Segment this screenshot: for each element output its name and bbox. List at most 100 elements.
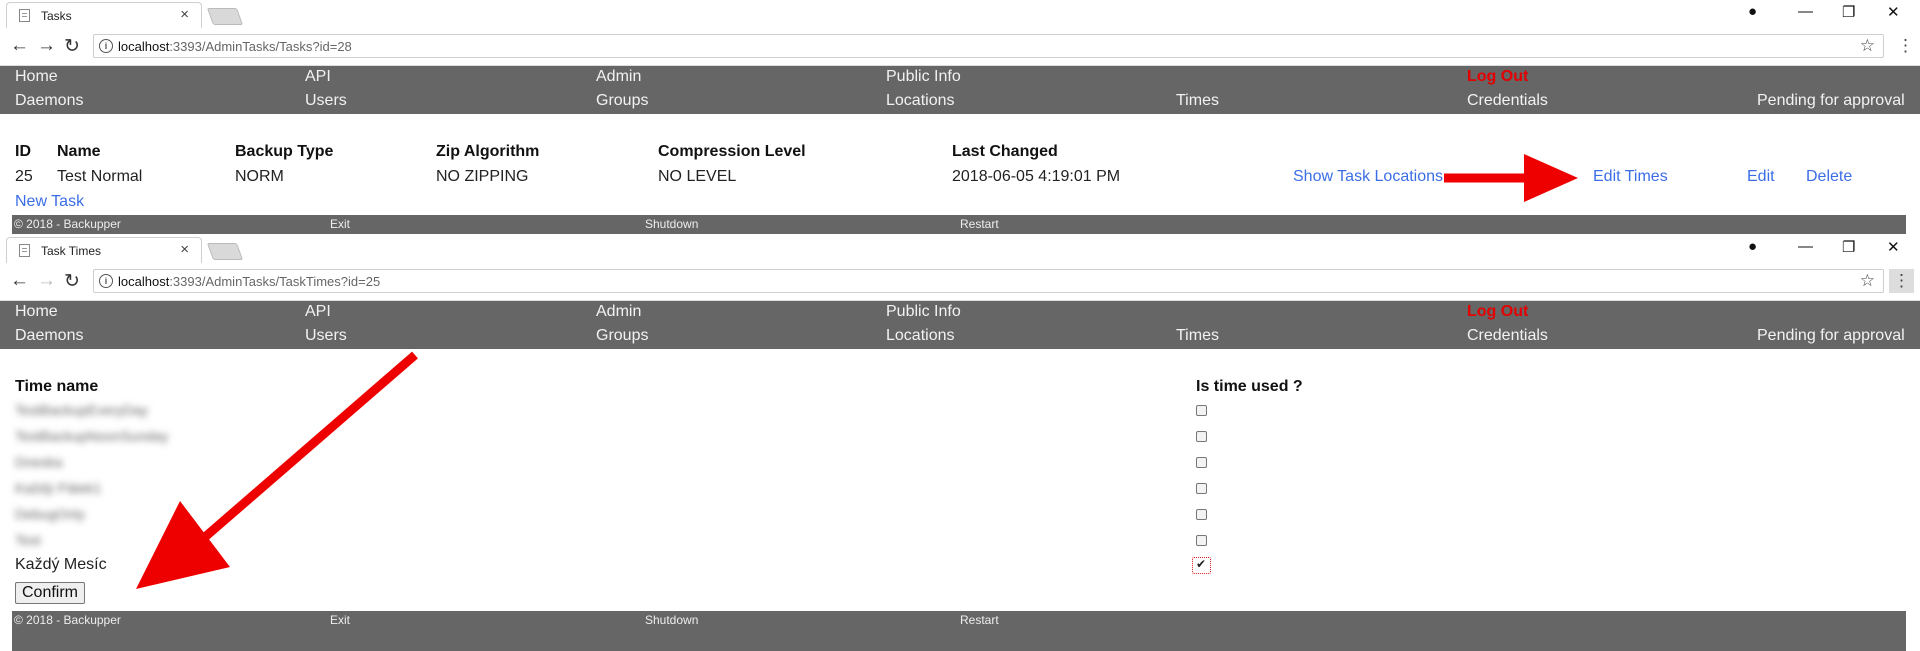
info-icon[interactable]: i — [99, 39, 113, 53]
menu-icon[interactable]: ⋮ — [1889, 269, 1914, 293]
col-time-name: Time name — [15, 378, 99, 395]
nav-public-info[interactable]: Public Info — [886, 303, 961, 321]
nav-logout[interactable]: Log Out — [1467, 303, 1528, 321]
star-icon[interactable]: ☆ — [1860, 36, 1875, 56]
nav-admin[interactable]: Admin — [596, 303, 641, 321]
url-text: localhost:3393/AdminTasks/TaskTimes?id=2… — [118, 274, 381, 289]
nav-api[interactable]: API — [305, 303, 331, 321]
show-task-locations-link[interactable]: Show Task Locations — [1293, 168, 1443, 186]
minimize-icon[interactable]: — — [1798, 3, 1813, 20]
forward-icon[interactable]: → — [37, 35, 56, 57]
col-id: ID — [15, 143, 31, 160]
url-input[interactable]: i localhost:3393/AdminTasks/TaskTimes?id… — [93, 269, 1884, 293]
tab-tasks[interactable]: Tasks × — [6, 2, 202, 28]
footer-exit[interactable]: Exit — [330, 217, 350, 231]
confirm-button[interactable]: Confirm — [15, 582, 86, 604]
col-last-changed: Last Changed — [952, 143, 1058, 160]
reload-icon[interactable]: ↻ — [64, 35, 80, 58]
annotation-arrow-down-left — [136, 351, 418, 589]
nav-pending[interactable]: Pending for approval — [1757, 327, 1905, 345]
footer-shutdown[interactable]: Shutdown — [645, 217, 698, 231]
nav-credentials[interactable]: Credentials — [1467, 327, 1548, 345]
footer-shutdown[interactable]: Shutdown — [645, 613, 698, 627]
restore-icon[interactable]: ❐ — [1842, 238, 1855, 256]
url-input[interactable]: i localhost:3393/AdminTasks/Tasks?id=28 … — [93, 34, 1884, 58]
back-icon[interactable]: ← — [10, 35, 29, 57]
cell-backup-type: NORM — [235, 168, 284, 185]
col-zip: Zip Algorithm — [436, 143, 540, 160]
footer: © 2018 - Backupper Exit Shutdown Restart — [12, 611, 1906, 651]
time-used-checkbox[interactable] — [1196, 431, 1207, 442]
cell-compression: NO LEVEL — [658, 168, 737, 185]
time-used-checkbox[interactable] — [1196, 405, 1207, 416]
nav-users[interactable]: Users — [305, 92, 347, 110]
footer: © 2018 - Backupper Exit Shutdown Restart — [12, 215, 1906, 234]
nav-pending[interactable]: Pending for approval — [1757, 92, 1905, 110]
edit-link[interactable]: Edit — [1747, 168, 1775, 186]
footer-restart[interactable]: Restart — [960, 217, 999, 231]
tab-title: Task Times — [41, 244, 102, 258]
footer-copyright: © 2018 - Backupper — [14, 613, 121, 627]
time-used-checkbox[interactable] — [1196, 535, 1207, 546]
nav-times[interactable]: Times — [1176, 92, 1219, 110]
site-navbar: Home API Admin Public Info Log Out Daemo… — [0, 66, 1920, 114]
nav-locations[interactable]: Locations — [886, 327, 955, 345]
close-icon[interactable]: ✕ — [1887, 238, 1900, 256]
page-icon — [19, 244, 30, 257]
footer-restart[interactable]: Restart — [960, 613, 999, 627]
col-is-time-used: Is time used ? — [1196, 378, 1303, 395]
nav-public-info[interactable]: Public Info — [886, 68, 961, 86]
profile-icon[interactable]: ● — [1748, 3, 1757, 20]
time-name: Každý Mesíc — [15, 556, 107, 573]
edit-times-link[interactable]: Edit Times — [1593, 168, 1668, 186]
time-name: Dneska — [15, 454, 63, 470]
nav-groups[interactable]: Groups — [596, 327, 648, 345]
nav-users[interactable]: Users — [305, 327, 347, 345]
col-backup-type: Backup Type — [235, 143, 334, 160]
restore-icon[interactable]: ❐ — [1842, 3, 1855, 21]
star-icon[interactable]: ☆ — [1860, 271, 1875, 291]
nav-daemons[interactable]: Daemons — [15, 327, 83, 345]
nav-daemons[interactable]: Daemons — [15, 92, 83, 110]
footer-exit[interactable]: Exit — [330, 613, 350, 627]
cell-name: Test Normal — [57, 168, 143, 185]
tab-task-times[interactable]: Task Times × — [6, 237, 202, 263]
new-tab-button[interactable] — [206, 243, 244, 260]
time-used-checkbox[interactable] — [1196, 457, 1207, 468]
reload-icon[interactable]: ↻ — [64, 270, 80, 293]
time-name: DebugOnly — [15, 506, 86, 522]
nav-logout[interactable]: Log Out — [1467, 68, 1528, 86]
nav-groups[interactable]: Groups — [596, 92, 648, 110]
new-tab-button[interactable] — [206, 8, 244, 25]
info-icon[interactable]: i — [99, 274, 113, 288]
new-task-link[interactable]: New Task — [15, 193, 84, 211]
time-used-checkbox[interactable] — [1196, 483, 1207, 494]
profile-icon[interactable]: ● — [1748, 238, 1757, 255]
time-used-checkbox[interactable] — [1196, 509, 1207, 520]
page-icon — [19, 9, 30, 22]
time-used-checkbox-checked[interactable] — [1192, 557, 1211, 574]
minimize-icon[interactable]: — — [1798, 238, 1813, 255]
delete-link[interactable]: Delete — [1806, 168, 1852, 186]
forward-icon[interactable]: → — [37, 270, 56, 292]
nav-home[interactable]: Home — [15, 303, 58, 321]
tab-bar: Tasks × ● — ❐ ✕ — [0, 0, 1920, 28]
tab-close-icon[interactable]: × — [180, 6, 189, 23]
menu-icon[interactable]: ⋮ — [1897, 36, 1914, 56]
address-bar: ← → ↻ i localhost:3393/AdminTasks/TaskTi… — [0, 263, 1920, 301]
nav-api[interactable]: API — [305, 68, 331, 86]
footer-copyright: © 2018 - Backupper — [14, 217, 121, 231]
annotation-arrow-right — [1444, 154, 1578, 202]
nav-locations[interactable]: Locations — [886, 92, 955, 110]
close-icon[interactable]: ✕ — [1887, 3, 1900, 21]
back-icon[interactable]: ← — [10, 270, 29, 292]
url-text: localhost:3393/AdminTasks/Tasks?id=28 — [118, 39, 352, 54]
col-name: Name — [57, 143, 101, 160]
nav-times[interactable]: Times — [1176, 327, 1219, 345]
cell-id: 25 — [15, 168, 33, 185]
nav-home[interactable]: Home — [15, 68, 58, 86]
nav-credentials[interactable]: Credentials — [1467, 92, 1548, 110]
tab-bar: Task Times × ● — ❐ ✕ — [0, 235, 1920, 263]
tab-close-icon[interactable]: × — [180, 241, 189, 258]
nav-admin[interactable]: Admin — [596, 68, 641, 86]
